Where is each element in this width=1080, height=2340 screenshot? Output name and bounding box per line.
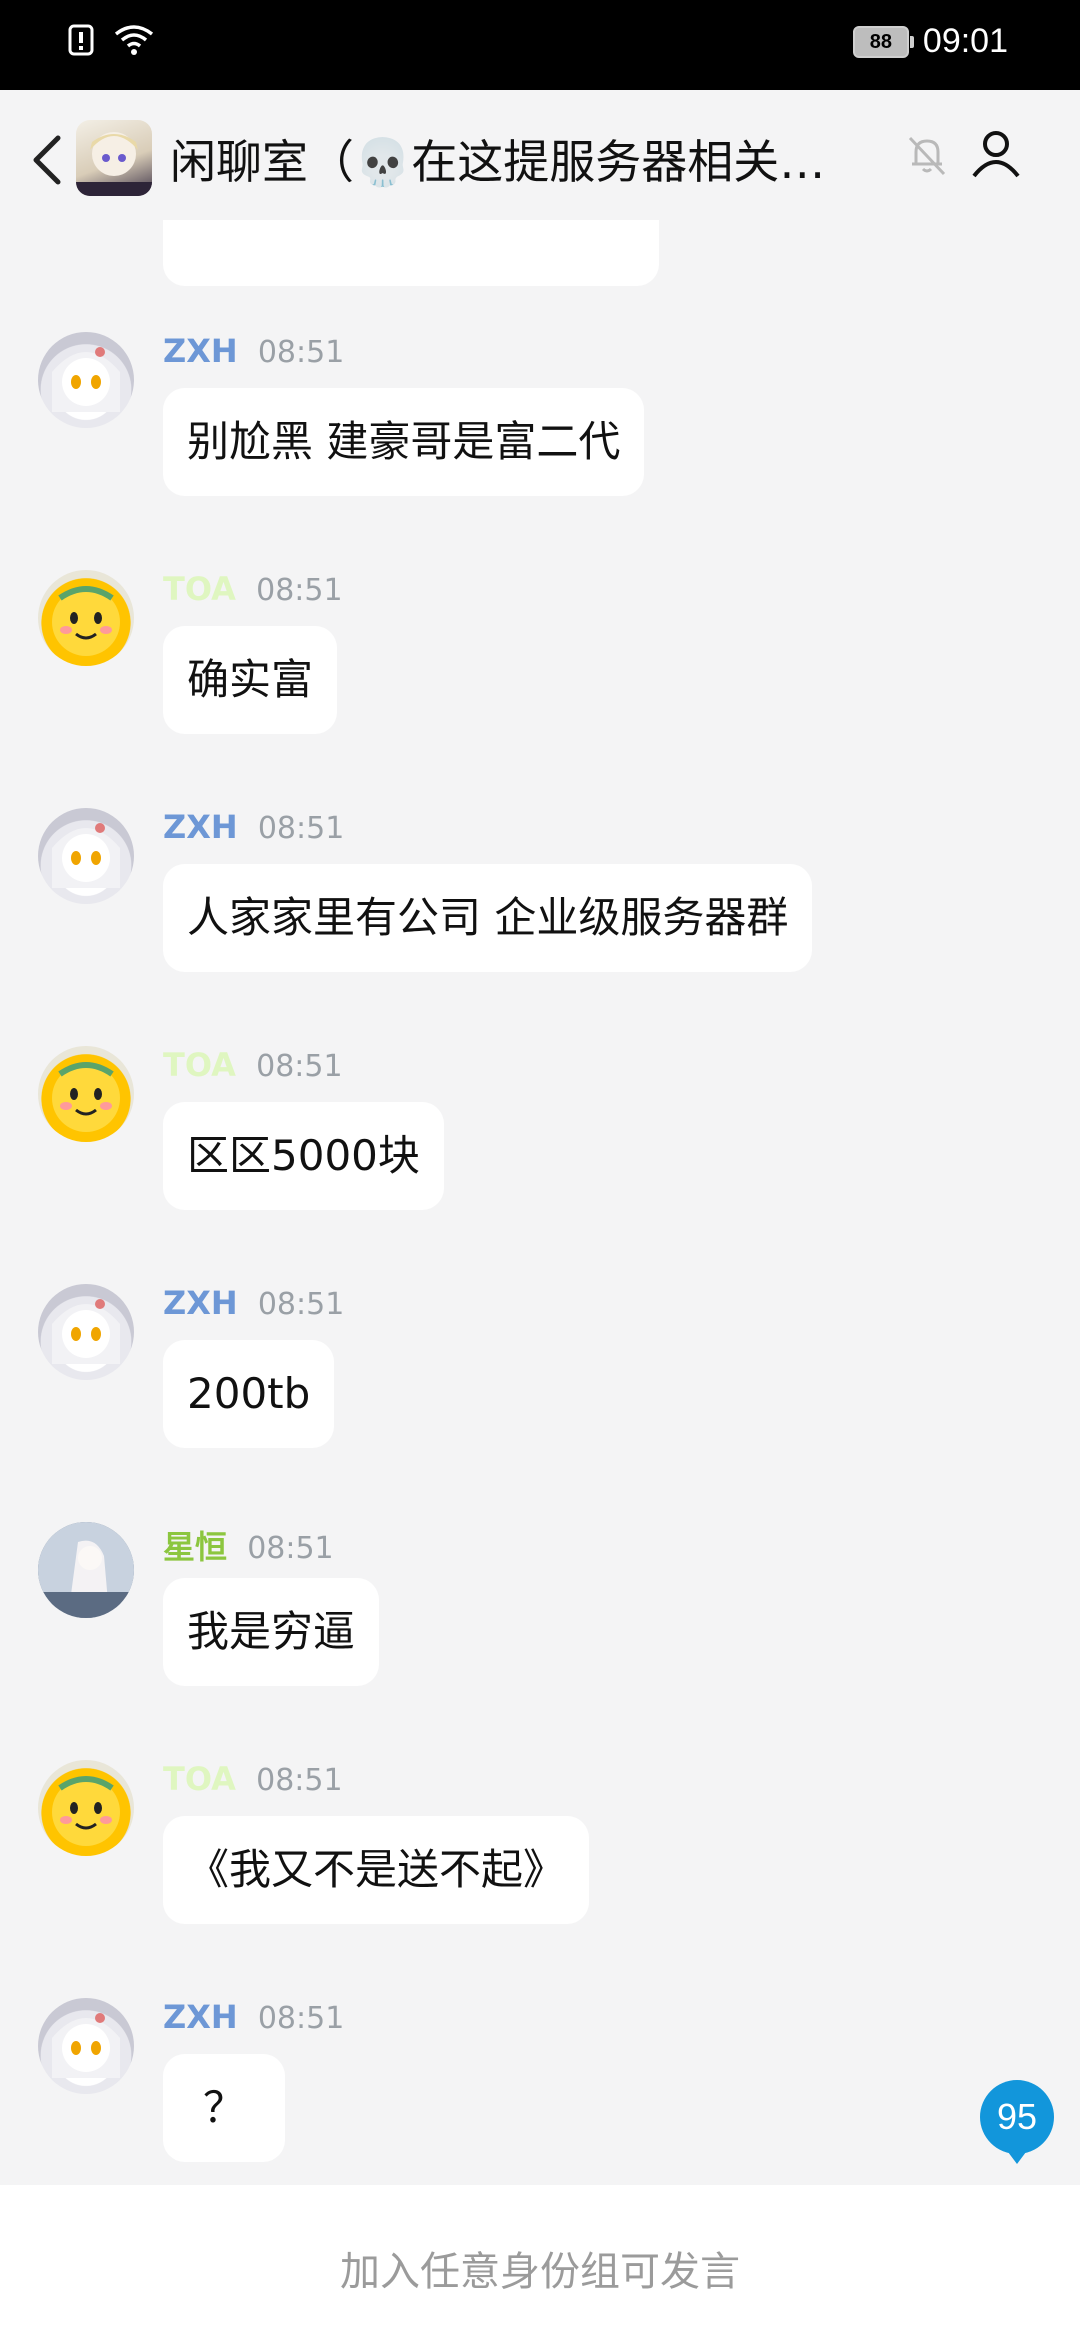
sender-name[interactable]: 星恒 [163, 1528, 227, 1566]
message-meta: ZXH 08:51 [163, 1284, 344, 1324]
sender-name[interactable]: TOA [163, 570, 236, 608]
unread-count-badge[interactable]: 95 [980, 2080, 1054, 2164]
avatar[interactable] [38, 1998, 134, 2094]
avatar[interactable] [38, 1522, 134, 1618]
message-meta: TOA 08:51 [163, 1760, 343, 1800]
chevron-left-icon [33, 135, 61, 185]
message-meta: ZXH 08:51 [163, 332, 344, 372]
sim-alert-icon [68, 24, 94, 60]
timestamp: 08:51 [257, 2001, 345, 2036]
timestamp: 08:51 [247, 1531, 334, 1566]
avatar[interactable] [38, 1284, 134, 1380]
timestamp: 08:51 [257, 1287, 345, 1322]
message-bubble[interactable]: 我是穷逼 [163, 1578, 380, 1686]
message-meta: 星恒 08:51 [163, 1522, 334, 1566]
sender-name[interactable]: TOA [163, 1046, 236, 1084]
chat-header: 闲聊室（💀在这提服务器相关问题） [0, 90, 1080, 220]
timestamp: 08:51 [257, 335, 345, 370]
sender-name[interactable]: ZXH [163, 1284, 238, 1322]
chat-title[interactable]: 闲聊室（💀在这提服务器相关问题） [170, 126, 850, 192]
message-meta: ZXH 08:51 [163, 808, 344, 848]
message-bubble[interactable]: ？ [163, 2054, 286, 2162]
message-bubble[interactable]: 区区5000块 [163, 1102, 444, 1210]
avatar[interactable] [38, 808, 134, 904]
message-bubble-partial[interactable] [163, 220, 659, 286]
person-icon[interactable] [968, 126, 1024, 182]
avatar[interactable] [38, 570, 134, 666]
message-bubble[interactable]: 别尬黑 建豪哥是富二代 [163, 388, 645, 496]
channel-avatar[interactable] [76, 120, 152, 196]
avatar[interactable] [38, 1760, 134, 1856]
sender-name[interactable]: ZXH [163, 1998, 238, 2036]
avatar[interactable] [38, 1046, 134, 1142]
message-bubble[interactable]: 《我又不是送不起》 [163, 1816, 590, 1924]
avatar[interactable] [38, 332, 134, 428]
battery-indicator: 88 [852, 25, 914, 58]
composer-bar: 加入任意身份组可发言 [0, 2185, 1080, 2340]
timestamp: 08:51 [256, 1763, 343, 1798]
wifi-icon [114, 24, 154, 60]
sender-name[interactable]: ZXH [163, 332, 238, 370]
message-meta: ZXH 08:51 [163, 1998, 344, 2038]
timestamp: 08:51 [257, 811, 345, 846]
composer-disabled-hint[interactable]: 加入任意身份组可发言 [0, 2239, 1080, 2297]
message-meta: TOA 08:51 [163, 570, 343, 610]
back-button[interactable] [24, 130, 74, 190]
message-list[interactable]: ZXH 08:51 别尬黑 建豪哥是富二代 TOA 08:51 确实富 ZXH … [0, 220, 1080, 2185]
clock: 09:01 [922, 22, 1008, 60]
message-bubble[interactable]: 200tb [163, 1340, 335, 1448]
bell-off-icon[interactable] [902, 130, 952, 180]
message-bubble[interactable]: 人家家里有公司 企业级服务器群 [163, 864, 813, 972]
status-bar: 88 09:01 [0, 0, 1080, 90]
sender-name[interactable]: TOA [163, 1760, 236, 1798]
timestamp: 08:51 [256, 1049, 343, 1084]
timestamp: 08:51 [256, 573, 343, 608]
message-bubble[interactable]: 确实富 [163, 626, 338, 734]
sender-name[interactable]: ZXH [163, 808, 238, 846]
message-meta: TOA 08:51 [163, 1046, 343, 1086]
